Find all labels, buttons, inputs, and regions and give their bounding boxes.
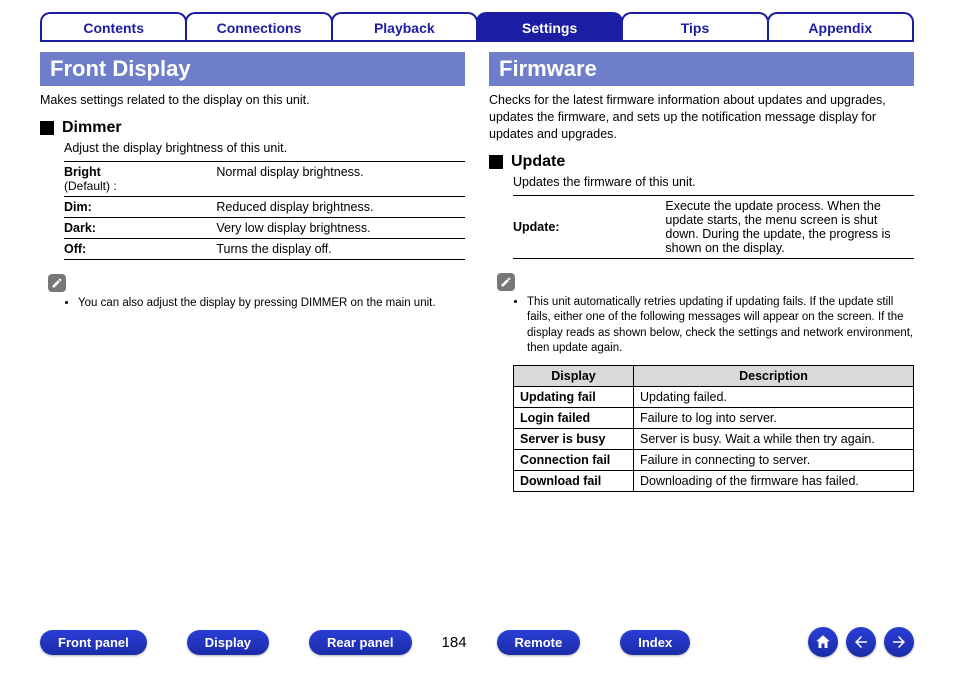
table-row: Dim: Reduced display brightness. — [64, 196, 465, 217]
update-desc: Updates the firmware of this unit. — [513, 175, 914, 189]
error-name: Download fail — [514, 470, 634, 491]
table-row: Server is busy Server is busy. Wait a wh… — [514, 428, 914, 449]
option-val: Turns the display off. — [216, 238, 465, 259]
arrow-right-icon — [890, 633, 908, 651]
option-key: Dim: — [64, 196, 216, 217]
option-val: Execute the update process. When the upd… — [665, 195, 914, 258]
error-desc: Updating failed. — [634, 386, 914, 407]
page-number: 184 — [442, 634, 467, 651]
note-icon — [497, 273, 515, 291]
footer: Front panel Display Rear panel 184 Remot… — [40, 627, 914, 657]
error-messages-table: Display Description Updating fail Updati… — [513, 365, 914, 492]
section-title-front-display: Front Display — [40, 52, 465, 86]
subhead-update-label: Update — [511, 153, 565, 171]
update-note: This unit automatically retries updating… — [513, 295, 914, 357]
option-key: Dark: — [64, 217, 216, 238]
error-desc: Downloading of the firmware has failed. — [634, 470, 914, 491]
table-row: Updating fail Updating failed. — [514, 386, 914, 407]
tab-settings[interactable]: Settings — [476, 12, 623, 40]
option-val: Very low display brightness. — [216, 217, 465, 238]
error-name: Login failed — [514, 407, 634, 428]
tab-contents[interactable]: Contents — [40, 12, 187, 40]
table-row: Login failed Failure to log into server. — [514, 407, 914, 428]
table-row: Bright (Default) : Normal display bright… — [64, 161, 465, 196]
option-key: Bright — [64, 165, 101, 179]
tab-connections[interactable]: Connections — [185, 12, 332, 40]
front-display-intro: Makes settings related to the display on… — [40, 92, 465, 109]
section-title-firmware: Firmware — [489, 52, 914, 86]
next-page-button[interactable] — [884, 627, 914, 657]
table-row: Off: Turns the display off. — [64, 238, 465, 259]
tab-appendix[interactable]: Appendix — [767, 12, 914, 40]
square-bullet-icon — [40, 121, 54, 135]
option-val: Reduced display brightness. — [216, 196, 465, 217]
option-val: Normal display brightness. — [216, 161, 465, 196]
footer-link-remote[interactable]: Remote — [497, 630, 581, 655]
table-row: Download fail Downloading of the firmwar… — [514, 470, 914, 491]
subhead-dimmer: Dimmer — [40, 119, 465, 137]
option-key: Update: — [513, 195, 665, 258]
tab-tips[interactable]: Tips — [621, 12, 768, 40]
firmware-intro: Checks for the latest firmware informati… — [489, 92, 914, 143]
error-desc: Server is busy. Wait a while then try ag… — [634, 428, 914, 449]
table-row: Dark: Very low display brightness. — [64, 217, 465, 238]
dimmer-desc: Adjust the display brightness of this un… — [64, 141, 465, 155]
update-options-table: Update: Execute the update process. When… — [513, 195, 914, 259]
option-key-sub: (Default) : — [64, 179, 117, 193]
tab-playback[interactable]: Playback — [331, 12, 478, 40]
right-column: Firmware Checks for the latest firmware … — [489, 52, 914, 492]
table-header-description: Description — [634, 365, 914, 386]
note-item: You can also adjust the display by press… — [78, 296, 465, 312]
note-icon — [48, 274, 66, 292]
error-name: Connection fail — [514, 449, 634, 470]
home-button[interactable] — [808, 627, 838, 657]
subhead-update: Update — [489, 153, 914, 171]
dimmer-options-table: Bright (Default) : Normal display bright… — [64, 161, 465, 260]
footer-link-display[interactable]: Display — [187, 630, 269, 655]
error-desc: Failure in connecting to server. — [634, 449, 914, 470]
footer-link-rear-panel[interactable]: Rear panel — [309, 630, 411, 655]
arrow-left-icon — [852, 633, 870, 651]
error-name: Updating fail — [514, 386, 634, 407]
dimmer-note: You can also adjust the display by press… — [64, 296, 465, 312]
home-icon — [814, 633, 832, 651]
note-item: This unit automatically retries updating… — [527, 295, 914, 357]
footer-link-index[interactable]: Index — [620, 630, 690, 655]
option-key: Off: — [64, 238, 216, 259]
table-header-display: Display — [514, 365, 634, 386]
error-name: Server is busy — [514, 428, 634, 449]
square-bullet-icon — [489, 155, 503, 169]
top-tabs: Contents Connections Playback Settings T… — [40, 12, 914, 42]
left-column: Front Display Makes settings related to … — [40, 52, 465, 492]
table-row: Connection fail Failure in connecting to… — [514, 449, 914, 470]
table-row: Update: Execute the update process. When… — [513, 195, 914, 258]
error-desc: Failure to log into server. — [634, 407, 914, 428]
prev-page-button[interactable] — [846, 627, 876, 657]
subhead-dimmer-label: Dimmer — [62, 119, 122, 137]
footer-link-front-panel[interactable]: Front panel — [40, 630, 147, 655]
